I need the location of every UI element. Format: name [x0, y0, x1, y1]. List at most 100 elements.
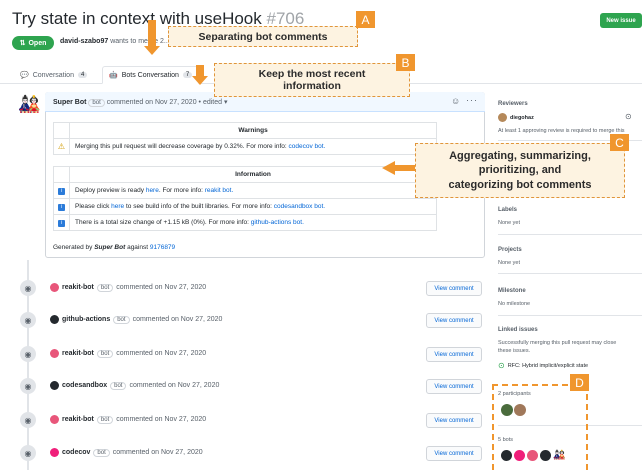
eye-icon[interactable]: ◉ — [20, 412, 36, 428]
author-link[interactable]: david-szabo97 — [60, 38, 108, 45]
bot-avatar[interactable] — [50, 283, 59, 292]
comment-icon: 💬 — [20, 72, 29, 79]
divider — [498, 315, 642, 316]
view-comment-button[interactable]: View comment — [426, 413, 482, 428]
warnings-header: Warnings — [69, 122, 437, 139]
tab-count: 7 — [182, 72, 193, 78]
bot-avatar[interactable] — [50, 415, 59, 424]
bot-name[interactable]: codesandbox — [62, 382, 107, 389]
warning-icon-cell: ⚠ — [53, 138, 70, 155]
timeline-item: reakit-bot bot commented on Nov 27, 2020 — [50, 283, 206, 292]
comment-time[interactable]: commented on Nov 27, 2020 — [133, 316, 223, 323]
deploy-preview-link[interactable]: here — [146, 187, 159, 194]
bot-avatar[interactable] — [50, 315, 59, 324]
bot-name[interactable]: reakit-bot — [62, 416, 94, 423]
view-comment-button[interactable]: View comment — [426, 313, 482, 328]
bot-icon: 🤖 — [109, 72, 118, 79]
timeline-item: codecov bot commented on Nov 27, 2020 — [50, 448, 203, 457]
bot-name[interactable]: reakit-bot — [62, 284, 94, 291]
labels-title[interactable]: Labels — [498, 207, 517, 213]
info-row: Please click here to see build info of t… — [69, 198, 437, 215]
view-comment-button[interactable]: View comment — [426, 347, 482, 362]
warning-row: Merging this pull request will decrease … — [69, 138, 437, 155]
emoji-reaction-icon[interactable]: ☺ — [451, 96, 460, 106]
callout-a: Separating bot comments — [168, 26, 358, 47]
tab-conversation[interactable]: 💬 Conversation 4 — [14, 66, 93, 84]
callout-b: Keep the most recent information — [214, 63, 410, 97]
eye-icon[interactable]: ◉ — [20, 346, 36, 362]
open-state-badge: ⇅ Open — [12, 36, 54, 50]
codesandbox-bot-link[interactable]: codesandbox bot. — [274, 203, 325, 210]
warnings-table: Warnings ⚠ Merging this pull request wil… — [53, 122, 437, 155]
arrow-c-head — [382, 161, 395, 175]
callout-c: Aggregating, summarizing, prioritizing, … — [415, 143, 625, 198]
bot-avatar[interactable] — [50, 349, 59, 358]
info-text: Deploy preview is ready — [75, 187, 145, 194]
info-row: There is a total size change of +1.15 kB… — [69, 214, 437, 231]
tab-count: 4 — [77, 72, 88, 78]
info-mid: . For more info: — [158, 187, 203, 194]
info-icon-cell: i — [53, 198, 70, 215]
info-icon: i — [58, 187, 65, 195]
github-actions-bot-link[interactable]: github-actions bot. — [251, 219, 304, 226]
reviewers-title: Reviewers — [498, 101, 528, 107]
arrow-a-head — [144, 46, 160, 55]
callout-a-text: Separating bot comments — [198, 30, 328, 43]
new-issue-button[interactable]: New issue — [600, 13, 642, 28]
view-comment-button[interactable]: View comment — [426, 281, 482, 296]
bot-label: bot — [88, 99, 105, 107]
reviewer-avatar — [498, 113, 507, 122]
comment-time[interactable]: commented on Nov 27, 2020 — [113, 449, 203, 456]
comment-time[interactable]: commented on Nov 27, 2020 — [129, 382, 219, 389]
issue-opened-icon: ⊙ — [498, 361, 505, 370]
timeline-item: codesandbox bot commented on Nov 27, 2020 — [50, 381, 219, 390]
view-comment-button[interactable]: View comment — [426, 379, 482, 394]
more-options-icon[interactable]: ··· — [466, 95, 478, 105]
linked-issue-title[interactable]: RFC: Hybrid implicit/explicit state — [508, 363, 588, 369]
milestone-title[interactable]: Milestone — [498, 288, 526, 294]
bot-avatar[interactable] — [50, 448, 59, 457]
reviewer-name[interactable]: diegohaz — [510, 115, 534, 121]
empty-header — [53, 166, 70, 183]
linked-issues-title[interactable]: Linked issues — [498, 327, 538, 333]
callout-b-text-1: Keep the most recent — [258, 68, 366, 80]
linked-note-2: these issues. — [498, 348, 531, 354]
milestone-value: No milestone — [498, 301, 531, 307]
comment-time[interactable]: commented on Nov 27, 2020 — [116, 416, 206, 423]
comment-time[interactable]: commented on Nov 27, 2020 — [107, 99, 197, 106]
eye-icon[interactable]: ◉ — [20, 378, 36, 394]
view-comment-button[interactable]: View comment — [426, 446, 482, 461]
bot-avatar[interactable] — [50, 381, 59, 390]
tab-label: Bots Conversation — [121, 71, 179, 79]
generated-by-name: Super Bot — [94, 244, 126, 251]
chevron-down-icon[interactable]: ▾ — [224, 99, 228, 106]
meta-text: wants to merge 2... — [110, 38, 170, 45]
comment-time[interactable]: commented on Nov 27, 2020 — [116, 284, 206, 291]
callout-c-text-3: categorizing bot comments — [448, 178, 592, 191]
bot-name[interactable]: codecov — [62, 449, 90, 456]
bot-label: bot — [113, 315, 130, 324]
projects-title[interactable]: Projects — [498, 247, 522, 253]
eye-icon[interactable]: ◉ — [20, 312, 36, 328]
reakit-bot-link[interactable]: reakit bot. — [205, 187, 234, 194]
build-info-link[interactable]: here — [111, 203, 124, 210]
edited-indicator[interactable]: • edited — [199, 99, 222, 106]
information-table: Information i Deploy preview is ready he… — [53, 166, 437, 231]
tab-label: Conversation — [32, 71, 74, 79]
generated-against: against — [127, 244, 149, 251]
reviewer-item[interactable]: diegohaz — [498, 113, 534, 122]
divider — [498, 273, 642, 274]
linked-note: Successfully merging this pull request m… — [498, 340, 617, 346]
codecov-link[interactable]: codecov bot. — [289, 143, 326, 150]
divider — [498, 234, 642, 235]
eye-icon[interactable]: ◉ — [20, 280, 36, 296]
bot-name[interactable]: github-actions — [62, 316, 110, 323]
bot-name[interactable]: reakit-bot — [62, 350, 94, 357]
linked-issue-item[interactable]: ⊙ RFC: Hybrid implicit/explicit state — [498, 361, 588, 370]
tab-bots-conversation[interactable]: 🤖 Bots Conversation 7 — [102, 66, 200, 84]
commit-link[interactable]: 9176879 — [150, 244, 175, 251]
comment-author[interactable]: Super Bot — [53, 99, 86, 106]
comment-time[interactable]: commented on Nov 27, 2020 — [116, 350, 206, 357]
labels-value: None yet — [498, 220, 521, 226]
eye-icon[interactable]: ◉ — [20, 445, 36, 461]
